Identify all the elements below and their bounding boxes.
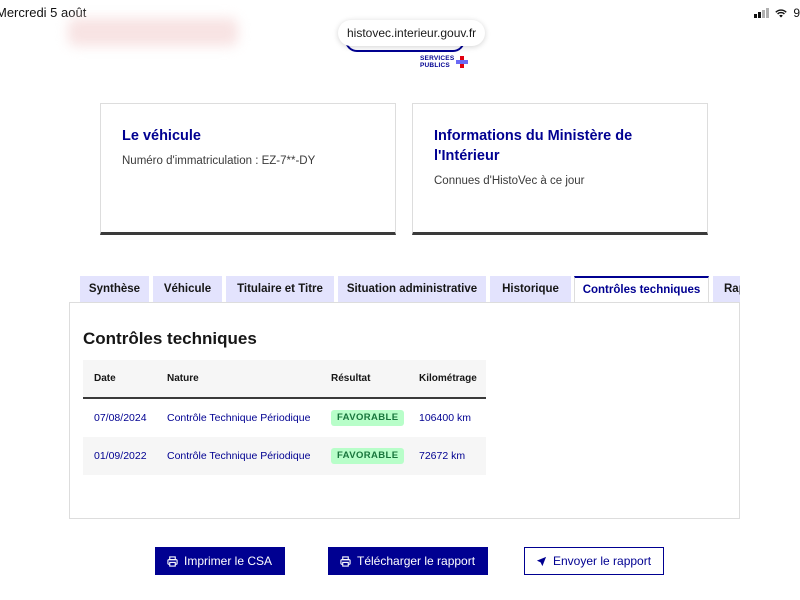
logo-line-2: PUBLICS: [420, 62, 450, 69]
blurred-header-logo: [68, 18, 238, 46]
tab-controles-techniques[interactable]: Contrôles techniques: [574, 276, 709, 303]
ministry-card: Informations du Ministère de l'Intérieur…: [412, 103, 708, 235]
browser-url-bar[interactable]: histovec.interieur.gouv.fr: [338, 20, 486, 46]
send-report-button[interactable]: Envoyer le rapport: [524, 547, 665, 575]
row-mileage: 106400 km: [419, 412, 471, 424]
row-nature: Contrôle Technique Périodique: [167, 412, 311, 424]
download-report-label: Télécharger le rapport: [357, 554, 476, 568]
panel-title: Contrôles techniques: [83, 329, 257, 348]
tab-list: Synthèse Véhicule Titulaire et Titre Sit…: [80, 276, 740, 303]
printer-icon: [167, 555, 178, 567]
header-result: Résultat: [331, 373, 371, 384]
status-indicators: 9: [754, 6, 800, 20]
services-publics-logo: SERVICES PUBLICS: [420, 55, 469, 69]
table-row: 01/09/2022 Contrôle Technique Périodique…: [83, 437, 486, 475]
logo-line-1: SERVICES: [420, 55, 455, 62]
printer-icon: [340, 555, 351, 567]
tab-rapport[interactable]: Rapport: [713, 276, 740, 303]
controls-table: Date Nature Résultat Kilométrage 07/08/2…: [83, 360, 486, 475]
plus-icon: [456, 56, 469, 68]
tab-historique[interactable]: Historique: [490, 276, 571, 303]
status-badge: FAVORABLE: [331, 448, 405, 464]
header-date: Date: [94, 373, 116, 384]
status-badge: FAVORABLE: [331, 410, 405, 426]
vehicle-card: Le véhicule Numéro d'immatriculation : E…: [100, 103, 396, 235]
send-icon: [536, 556, 547, 566]
wifi-icon: [775, 9, 788, 18]
tab-titulaire-titre[interactable]: Titulaire et Titre: [226, 276, 334, 303]
print-csa-button[interactable]: Imprimer le CSA: [155, 547, 286, 575]
tab-panel-controles: Contrôles techniques Date Nature Résulta…: [69, 302, 740, 519]
tab-vehicule[interactable]: Véhicule: [153, 276, 222, 303]
header-mileage: Kilométrage: [419, 373, 477, 384]
table-row: 07/08/2024 Contrôle Technique Périodique…: [83, 399, 486, 437]
row-nature: Contrôle Technique Périodique: [167, 450, 311, 462]
vehicle-card-title: Le véhicule: [122, 128, 201, 144]
table-header: Date Nature Résultat Kilométrage: [83, 360, 486, 399]
tab-situation-administrative[interactable]: Situation administrative: [338, 276, 486, 303]
ministry-card-description: Connues d'HistoVec à ce jour: [434, 175, 585, 187]
ministry-card-title: Informations du Ministère de l'Intérieur: [434, 128, 633, 164]
row-mileage: 72672 km: [419, 450, 466, 462]
row-date: 07/08/2024: [94, 412, 147, 424]
row-date: 01/09/2022: [94, 450, 147, 462]
send-report-label: Envoyer le rapport: [553, 554, 652, 568]
signal-icon: [754, 8, 770, 18]
download-report-button[interactable]: Télécharger le rapport: [328, 547, 489, 575]
vehicle-card-description: Numéro d'immatriculation : EZ-7**-DY: [122, 155, 316, 167]
tab-synthese[interactable]: Synthèse: [80, 276, 149, 303]
battery-level: 9: [793, 6, 800, 20]
header-nature: Nature: [167, 373, 199, 384]
print-csa-label: Imprimer le CSA: [184, 554, 273, 568]
